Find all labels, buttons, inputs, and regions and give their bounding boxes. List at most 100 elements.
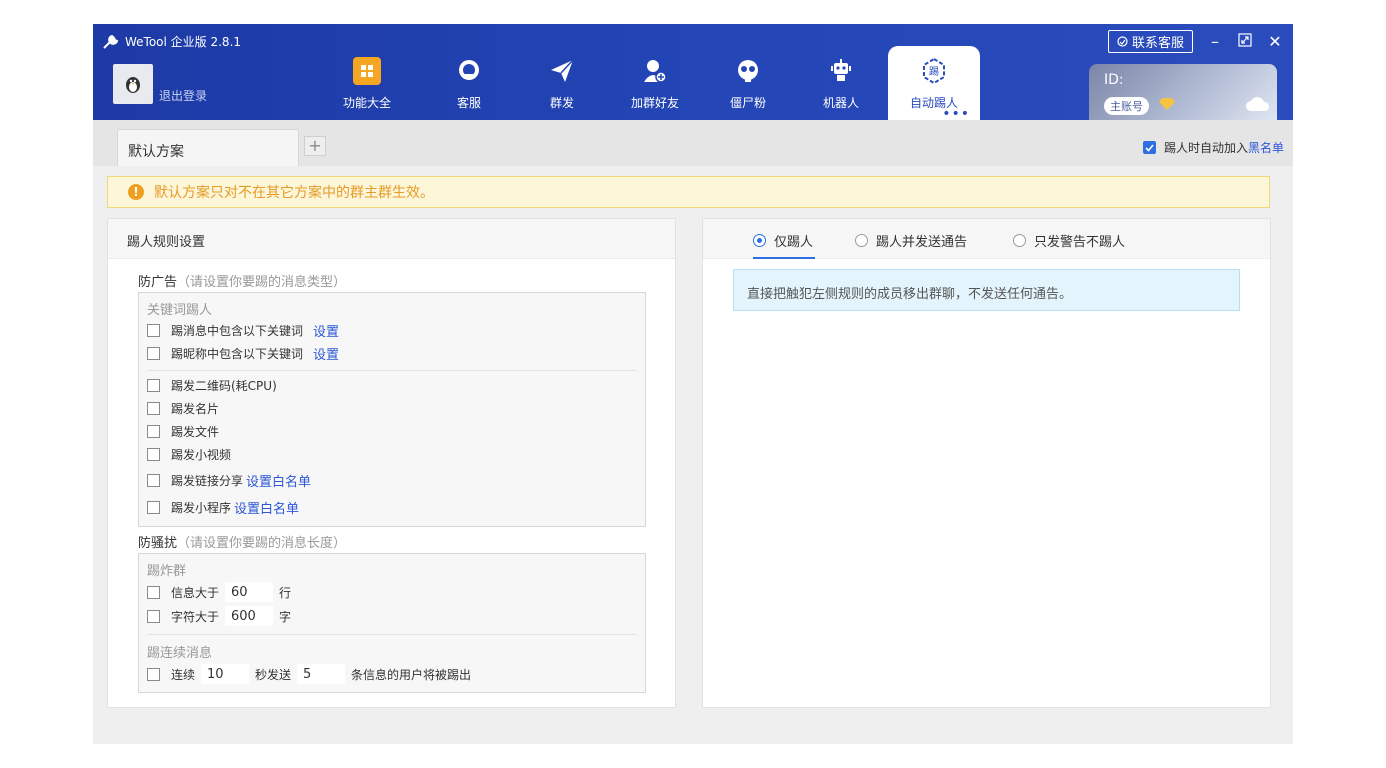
rule-mini-program-label: 踢发小程序 (171, 501, 232, 515)
anti-harass-group: 踢炸群 信息大于 行 字符大于 字 踢连续消息 连续 秒发送 条信 (138, 553, 646, 693)
avatar[interactable] (113, 64, 153, 104)
rule-nickname-keyword-label: 踢昵称中包含以下关键词 (171, 347, 304, 361)
mode-kick-notify-radio[interactable] (855, 234, 868, 247)
rule-card-checkbox[interactable] (147, 402, 160, 415)
nav-robot[interactable]: 机器人 (795, 46, 887, 120)
contact-support-button[interactable]: 联系客服 (1107, 30, 1193, 53)
rule-consecutive-checkbox[interactable] (147, 667, 160, 681)
rule-file: 踢发文件 (147, 423, 219, 440)
rule-msg-lines-checkbox[interactable] (147, 585, 160, 599)
keyword-kick-label: 关键词踢人 (147, 303, 213, 318)
mode-kick-notify[interactable]: 踢人并发送通告 (855, 231, 967, 250)
anti-harass-hint: （请设置你要踢的消息长度） (177, 536, 347, 551)
headset-icon (459, 60, 479, 80)
nav-robot-label: 机器人 (822, 96, 859, 110)
bomb-group-label: 踢炸群 (147, 564, 187, 579)
msg-keyword-settings-link[interactable]: 设置 (313, 321, 339, 340)
rule-link-share-checkbox[interactable] (147, 474, 160, 487)
rule-short-video-checkbox[interactable] (147, 448, 160, 461)
link-share-whitelist-link[interactable]: 设置白名单 (246, 471, 311, 490)
consecutive-seconds-input[interactable] (201, 664, 250, 684)
nav-broadcast[interactable]: 群发 (516, 46, 608, 120)
minimize-icon[interactable]: – (1207, 32, 1223, 51)
account-card[interactable]: ID: 主账号 (1089, 64, 1277, 120)
anti-harass-section-title: 防骚扰（请设置你要踢的消息长度） (138, 532, 346, 551)
mini-program-whitelist-link[interactable]: 设置白名单 (234, 498, 299, 517)
support-icon (1117, 36, 1128, 47)
warning-text: 默认方案只对不在其它方案中的群主群生效。 (154, 185, 434, 201)
nav-zombie-label: 僵尸粉 (729, 96, 766, 110)
divider (147, 634, 637, 635)
nav-apps[interactable]: 功能大全 (321, 46, 413, 120)
consecutive-suffix: 条信息的用户将被踢出 (351, 667, 472, 682)
tab-default-scheme[interactable]: 默认方案 (117, 129, 299, 166)
anti-harass-title: 防骚扰 (138, 536, 178, 551)
rule-nickname-keyword: 踢昵称中包含以下关键词 设置 (147, 344, 339, 363)
nav-add-friends-label: 加群好友 (630, 96, 679, 110)
logout-link[interactable]: 退出登录 (159, 87, 207, 104)
nav-auto-kick[interactable]: 踢 自动踢人 ••• (888, 46, 980, 121)
auto-blacklist-label: 踢人时自动加入 (1163, 141, 1248, 155)
auto-blacklist-checkbox[interactable] (1142, 141, 1156, 154)
rule-short-video: 踢发小视频 (147, 446, 231, 463)
msg-lines-prefix: 信息大于 (171, 585, 220, 600)
char-count-input[interactable] (225, 606, 274, 626)
rule-nickname-keyword-checkbox[interactable] (147, 347, 160, 360)
close-icon[interactable]: ✕ (1267, 32, 1283, 51)
more-dots-icon[interactable]: ••• (942, 107, 970, 121)
char-count-prefix: 字符大于 (171, 609, 220, 624)
rule-mini-program-checkbox[interactable] (147, 501, 160, 514)
mode-kick-only-label: 仅踢人 (774, 235, 814, 250)
rule-link-share-label: 踢发链接分享 (171, 474, 244, 488)
rule-char-count-checkbox[interactable] (147, 609, 160, 623)
rule-mini-program: 踢发小程序 设置白名单 (147, 498, 299, 517)
blacklist-link[interactable]: 黑名单 (1248, 141, 1284, 155)
mode-description: 直接把触犯左侧规则的成员移出群聊，不发送任何通告。 (733, 269, 1240, 311)
nav-service[interactable]: 客服 (423, 46, 515, 120)
divider (147, 370, 637, 371)
wrench-icon (103, 34, 119, 49)
nav-add-friends[interactable]: 加群好友 (609, 46, 701, 120)
rule-file-label: 踢发文件 (171, 425, 220, 439)
app-title-text: WeTool 企业版 2.8.1 (125, 35, 242, 49)
selected-mode-underline (753, 257, 815, 259)
rule-file-checkbox[interactable] (147, 425, 160, 438)
rule-qrcode-checkbox[interactable] (147, 379, 160, 392)
nav-service-label: 客服 (456, 96, 481, 110)
kick-icon: 踢 (923, 58, 945, 84)
msg-lines-unit: 行 (279, 585, 292, 600)
add-scheme-button[interactable]: + (304, 136, 326, 156)
add-user-icon (644, 60, 667, 83)
mode-kick-only-radio[interactable] (753, 234, 766, 247)
rule-msg-keyword: 踢消息中包含以下关键词 设置 (147, 321, 339, 340)
app-window: WeTool 企业版 2.8.1 退出登录 功能大全 客服 群发 加群好友 僵尸… (93, 24, 1293, 744)
consecutive-count-input[interactable] (297, 664, 346, 684)
diamond-icon (1159, 98, 1175, 110)
msg-lines-input[interactable] (225, 582, 274, 602)
maximize-icon[interactable] (1237, 32, 1253, 51)
anti-ad-title: 防广告 (138, 275, 178, 290)
rule-msg-lines: 信息大于 行 (147, 582, 291, 602)
main-account-badge: 主账号 (1104, 97, 1149, 115)
mode-warn-only[interactable]: 只发警告不踢人 (1013, 231, 1125, 250)
rule-short-video-label: 踢发小视频 (171, 448, 232, 462)
mode-kick-notify-label: 踢人并发送通告 (876, 235, 968, 250)
mode-kick-only[interactable]: 仅踢人 (753, 231, 813, 250)
rule-qrcode: 踢发二维码(耗CPU) (147, 377, 277, 394)
warning-icon: ! (128, 184, 144, 200)
rule-msg-keyword-checkbox[interactable] (147, 324, 160, 337)
consecutive-group-label: 踢连续消息 (147, 646, 213, 661)
cloud-icon[interactable] (1245, 94, 1271, 112)
nickname-keyword-settings-link[interactable]: 设置 (313, 344, 339, 363)
anti-ad-group: 关键词踢人 踢消息中包含以下关键词 设置 踢昵称中包含以下关键词 设置 踢发二维… (138, 292, 646, 527)
nav-zombie[interactable]: 僵尸粉 (702, 46, 794, 120)
char-count-unit: 字 (279, 609, 292, 624)
app-title: WeTool 企业版 2.8.1 (103, 33, 241, 50)
scheme-tab-strip: 默认方案 + 踢人时自动加入黑名单 (93, 120, 1293, 166)
skull-icon (738, 60, 758, 82)
window-controls: 联系客服 – ✕ (1107, 30, 1283, 53)
mode-warn-only-radio[interactable] (1013, 234, 1026, 247)
rule-char-count: 字符大于 字 (147, 606, 291, 626)
nav-broadcast-label: 群发 (549, 96, 574, 110)
kick-mode-options: 仅踢人 踢人并发送通告 只发警告不踢人 (703, 219, 1270, 259)
